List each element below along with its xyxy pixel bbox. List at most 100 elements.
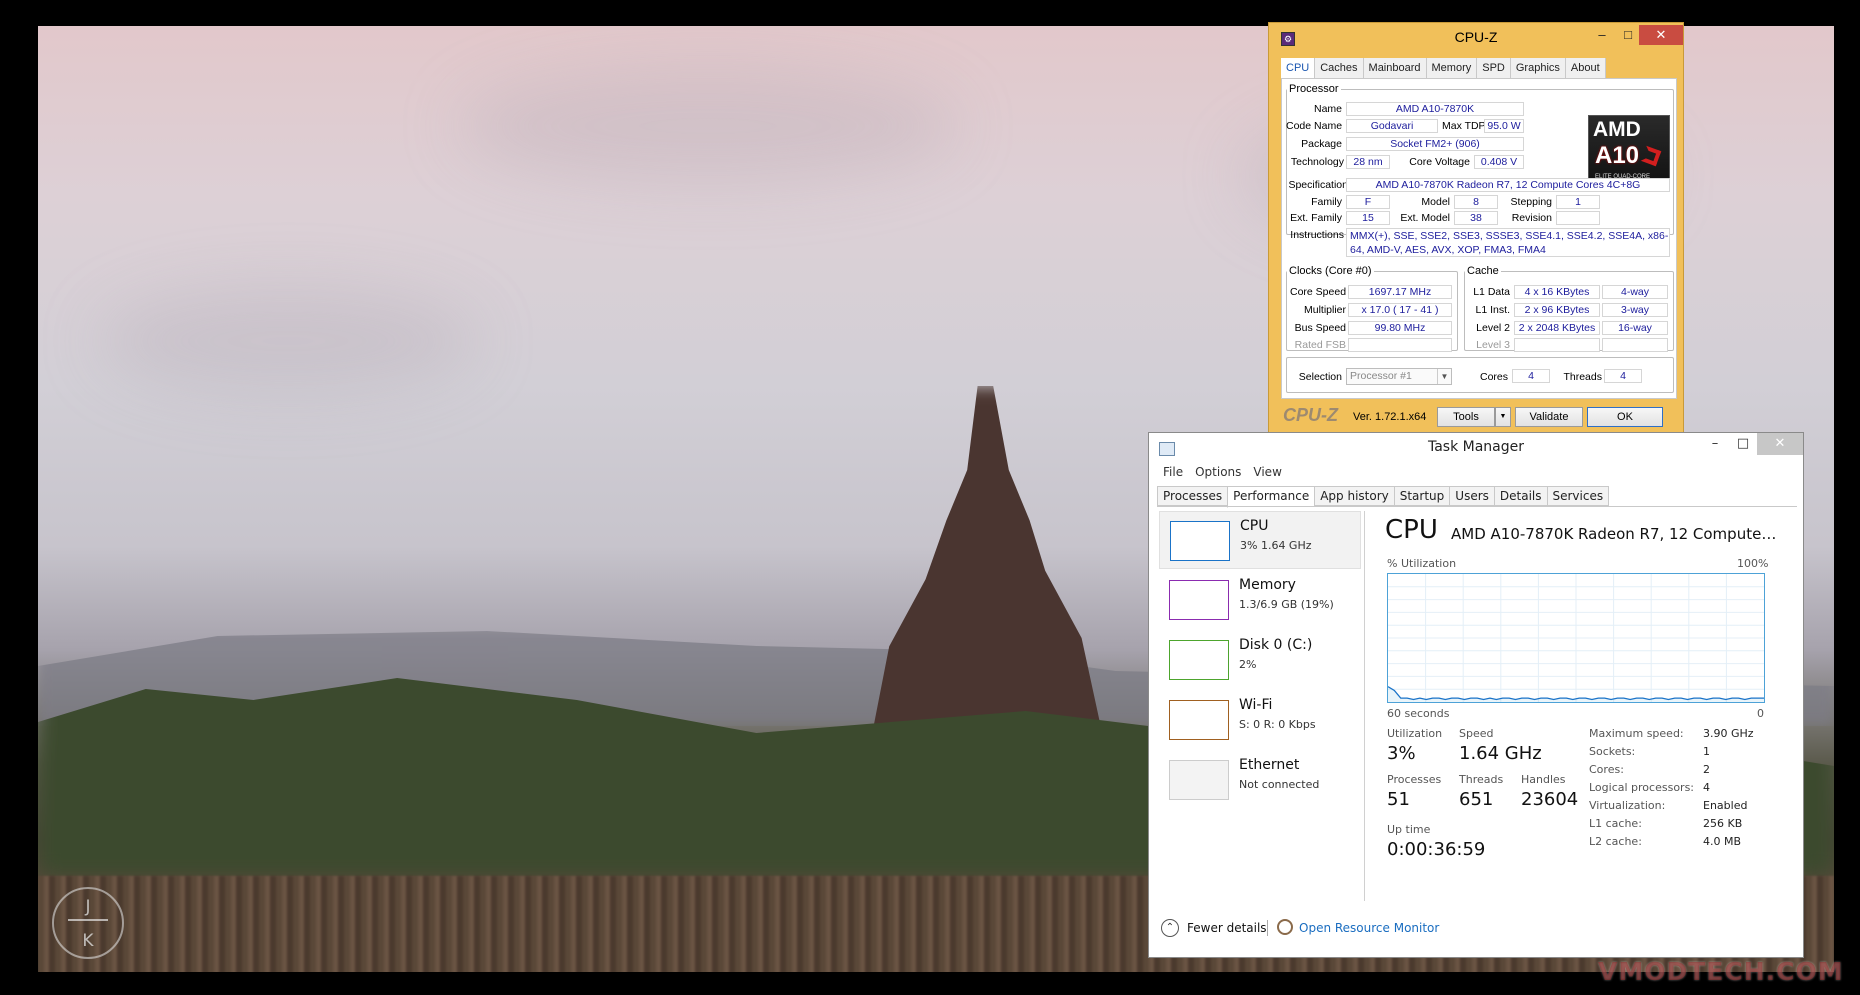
tab-memory[interactable]: Memory — [1426, 58, 1478, 78]
clocks-legend: Clocks (Core #0) — [1289, 265, 1372, 277]
minimize-button[interactable]: – — [1589, 25, 1615, 45]
sidebar-item-disk[interactable]: Disk 0 (C:) 2% — [1159, 631, 1361, 689]
close-button[interactable]: ✕ — [1757, 433, 1803, 455]
cpuz-version: Ver. 1.72.1.x64 — [1353, 411, 1427, 423]
amd-arrow-icon — [1640, 145, 1662, 167]
tab-app-history[interactable]: App history — [1314, 486, 1394, 506]
resource-monitor-icon[interactable] — [1277, 919, 1293, 935]
tab-caches[interactable]: Caches — [1315, 58, 1364, 78]
tab-mainboard[interactable]: Mainboard — [1363, 58, 1427, 78]
menu-options[interactable]: Options — [1195, 465, 1241, 479]
l1data-way: 4-way — [1602, 285, 1668, 299]
family-label: Family — [1311, 196, 1342, 208]
memory-thumbnail — [1169, 580, 1229, 620]
cpuz-footer: CPU-Z Ver. 1.72.1.x64 Tools ▼ Validate O… — [1281, 403, 1677, 429]
stepping-value: 1 — [1556, 195, 1600, 209]
multiplier-label: Multiplier — [1303, 304, 1346, 316]
specification-label: Specification — [1288, 179, 1348, 191]
detail-sockets: Sockets: 1 — [1589, 745, 1710, 758]
amd-a10-logo: AMD A10 ELITE QUAD-CORE — [1588, 115, 1670, 187]
disk-thumbnail — [1169, 640, 1229, 680]
sidebar-item-cpu[interactable]: CPU 3% 1.64 GHz — [1159, 511, 1361, 569]
logo-letter-top: J — [85, 897, 91, 917]
processor-select[interactable]: Processor #1 ▼ — [1346, 368, 1452, 385]
tab-startup[interactable]: Startup — [1393, 486, 1450, 506]
corevoltage-label: Core Voltage — [1409, 156, 1470, 168]
ratedfsb-label: Rated FSB — [1294, 339, 1346, 351]
menu-file[interactable]: File — [1163, 465, 1183, 479]
tab-cpu[interactable]: CPU — [1281, 58, 1316, 78]
amd-model: A10 — [1595, 142, 1640, 169]
tab-about[interactable]: About — [1565, 58, 1606, 78]
open-resource-monitor-link[interactable]: Open Resource Monitor — [1299, 921, 1439, 935]
utilization-label: Utilization — [1387, 727, 1443, 740]
tab-graphics[interactable]: Graphics — [1510, 58, 1566, 78]
cpuz-titlebar[interactable]: ⚙ CPU-Z – □ ✕ — [1269, 23, 1683, 53]
sidebar-item-sub: 1.3/6.9 GB (19%) — [1239, 598, 1334, 611]
tools-dropdown-icon[interactable]: ▼ — [1495, 407, 1511, 427]
codename-value: Godavari — [1346, 119, 1438, 133]
taskmanager-window[interactable]: Task Manager – □ ✕ File Options View Pro… — [1148, 432, 1804, 958]
tab-performance[interactable]: Performance — [1227, 486, 1315, 508]
cache-legend: Cache — [1467, 265, 1499, 277]
uptime-value: 0:00:36:59 — [1387, 839, 1486, 860]
sidebar-item-label: Ethernet — [1239, 757, 1300, 773]
tab-spd[interactable]: SPD — [1477, 58, 1511, 78]
handles-value: 23604 — [1521, 789, 1579, 810]
sidebar-item-label: Wi-Fi — [1239, 697, 1273, 713]
taskmanager-titlebar[interactable]: Task Manager – □ ✕ — [1149, 433, 1803, 463]
amd-brand: AMD — [1593, 118, 1641, 141]
chevron-up-icon[interactable]: ⌃ — [1161, 919, 1179, 937]
tab-services[interactable]: Services — [1546, 486, 1610, 506]
threads-label: Threads — [1459, 773, 1504, 786]
logo-letter-bottom: K — [82, 931, 94, 951]
graph-x-left: 60 seconds — [1387, 707, 1450, 720]
tab-details[interactable]: Details — [1493, 486, 1547, 506]
processor-select-value: Processor #1 — [1350, 370, 1412, 382]
extfamily-value: 15 — [1346, 211, 1390, 225]
menu-view[interactable]: View — [1253, 465, 1281, 479]
ok-button[interactable]: OK — [1587, 407, 1663, 427]
speed-value: 1.64 GHz — [1459, 743, 1542, 764]
cpu-heading: CPU — [1385, 515, 1438, 545]
name-value: AMD A10-7870K — [1346, 102, 1524, 116]
busspeed-value: 99.80 MHz — [1348, 321, 1452, 335]
l1inst-value: 2 x 96 KBytes — [1514, 303, 1600, 317]
technology-label: Technology — [1290, 156, 1344, 168]
package-value: Socket FM2+ (906) — [1346, 137, 1524, 151]
sidebar-item-label: Disk 0 (C:) — [1239, 637, 1313, 653]
maximize-button[interactable]: □ — [1729, 433, 1757, 455]
extmodel-label: Ext. Model — [1400, 212, 1450, 224]
l1inst-label: L1 Inst. — [1475, 304, 1510, 316]
sidebar-item-memory[interactable]: Memory 1.3/6.9 GB (19%) — [1159, 571, 1361, 629]
sidebar-item-wifi[interactable]: Wi-Fi S: 0 R: 0 Kbps — [1159, 691, 1361, 749]
maxtdp-label: Max TDP — [1442, 120, 1486, 132]
extfamily-label: Ext. Family — [1290, 212, 1342, 224]
detail-logical-processors: Logical processors: 4 — [1589, 781, 1710, 794]
fewer-details-link[interactable]: Fewer details — [1187, 921, 1267, 935]
cpuz-window[interactable]: ⚙ CPU-Z – □ ✕ CPU Caches Mainboard Memor… — [1268, 22, 1684, 436]
tools-button[interactable]: Tools — [1437, 407, 1495, 427]
chevron-down-icon[interactable]: ▼ — [1437, 369, 1451, 384]
tab-users[interactable]: Users — [1449, 486, 1494, 506]
uptime-label: Up time — [1387, 823, 1431, 836]
minimize-button[interactable]: – — [1701, 433, 1729, 455]
sidebar-item-sub: 3% 1.64 GHz — [1240, 539, 1312, 552]
threads-label: Threads — [1563, 371, 1602, 383]
package-label: Package — [1301, 138, 1342, 150]
cpu-detail-pane: CPU AMD A10-7870K Radeon R7, 12 Compute … — [1385, 511, 1795, 901]
selection-label: Selection — [1298, 371, 1342, 383]
maximize-button[interactable]: □ — [1615, 25, 1641, 45]
maxtdp-value: 95.0 W — [1484, 119, 1524, 133]
detail-max-speed: Maximum speed: 3.90 GHz — [1589, 727, 1754, 740]
tab-processes[interactable]: Processes — [1157, 486, 1228, 506]
corespeed-label: Core Speed — [1290, 286, 1347, 298]
desktop-screen: J K VMODTECH.COM ⚙ CPU-Z – □ ✕ CPU Cache… — [0, 0, 1860, 995]
close-button[interactable]: ✕ — [1639, 25, 1683, 45]
level3-way — [1602, 338, 1668, 352]
sidebar-item-ethernet[interactable]: Ethernet Not connected — [1159, 751, 1361, 809]
level3-value — [1514, 338, 1600, 352]
validate-button[interactable]: Validate — [1515, 407, 1583, 427]
cpu-utilization-graph — [1387, 573, 1765, 703]
technology-value: 28 nm — [1346, 155, 1390, 169]
